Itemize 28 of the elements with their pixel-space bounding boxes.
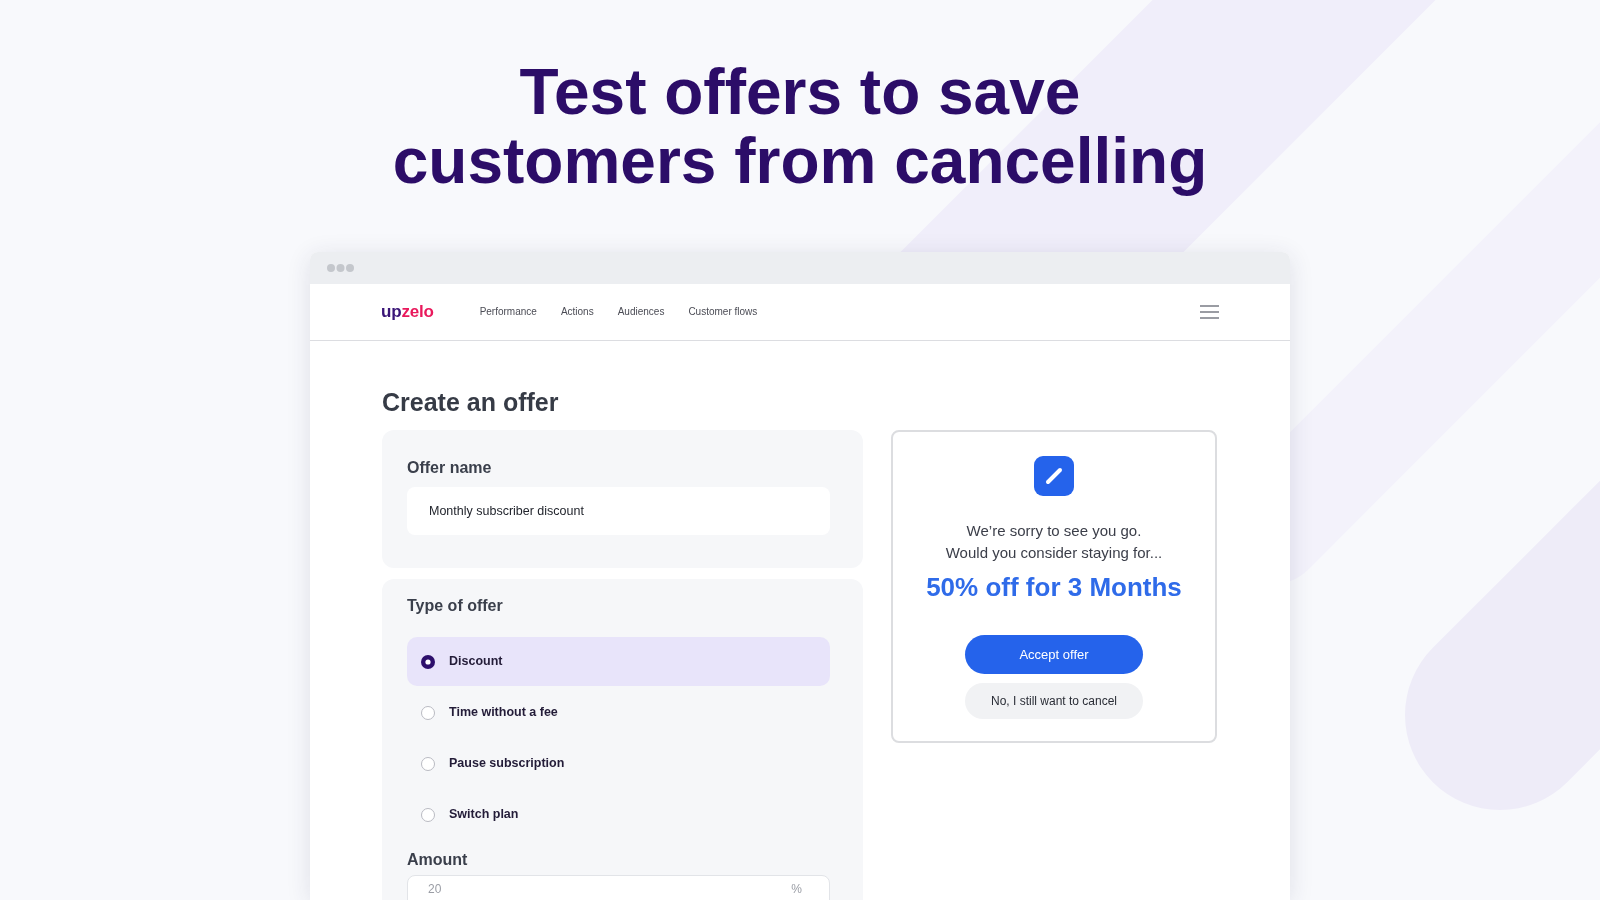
preview-message: We’re sorry to see you go. xyxy=(966,521,1142,541)
accept-button[interactable]: Accept offer xyxy=(965,635,1143,674)
window-controls-icon[interactable] xyxy=(327,264,354,272)
offer-name-field[interactable]: Monthly subscriber discount xyxy=(407,487,830,535)
menu-icon[interactable] xyxy=(1200,305,1219,319)
nav-link[interactable]: Actions xyxy=(560,305,594,319)
cancel-button[interactable]: No, I still want to cancel xyxy=(965,683,1143,719)
nav-link[interactable]: Audiences xyxy=(617,305,665,319)
nav-link[interactable]: Performance xyxy=(479,305,537,319)
field-label: Offer name xyxy=(407,458,492,478)
page-title: Create an offer xyxy=(382,387,559,417)
offer-type-option[interactable]: Pause subscription xyxy=(407,739,830,788)
logo[interactable]: upzelo xyxy=(381,302,434,322)
offer-headline: 50% off for 3 Months xyxy=(926,571,1182,603)
offer-type-option[interactable]: Discount xyxy=(407,637,830,686)
field-label: Type of offer xyxy=(407,596,503,616)
radio-icon[interactable] xyxy=(421,705,435,720)
offer-type-option[interactable]: Switch plan xyxy=(407,790,830,839)
headline: Test offers to save customers from cancelling xyxy=(391,58,1209,196)
preview-message: Would you consider staying for... xyxy=(945,543,1163,563)
radio-icon[interactable] xyxy=(421,654,435,669)
radio-icon[interactable] xyxy=(421,807,435,822)
slash-icon xyxy=(1034,456,1074,496)
offer-type-option[interactable]: Time without a fee xyxy=(407,688,830,737)
unit-label: % xyxy=(791,881,802,897)
nav-link[interactable]: Customer flows xyxy=(688,305,758,319)
field-label: Amount xyxy=(407,850,468,870)
radio-icon[interactable] xyxy=(421,756,435,771)
